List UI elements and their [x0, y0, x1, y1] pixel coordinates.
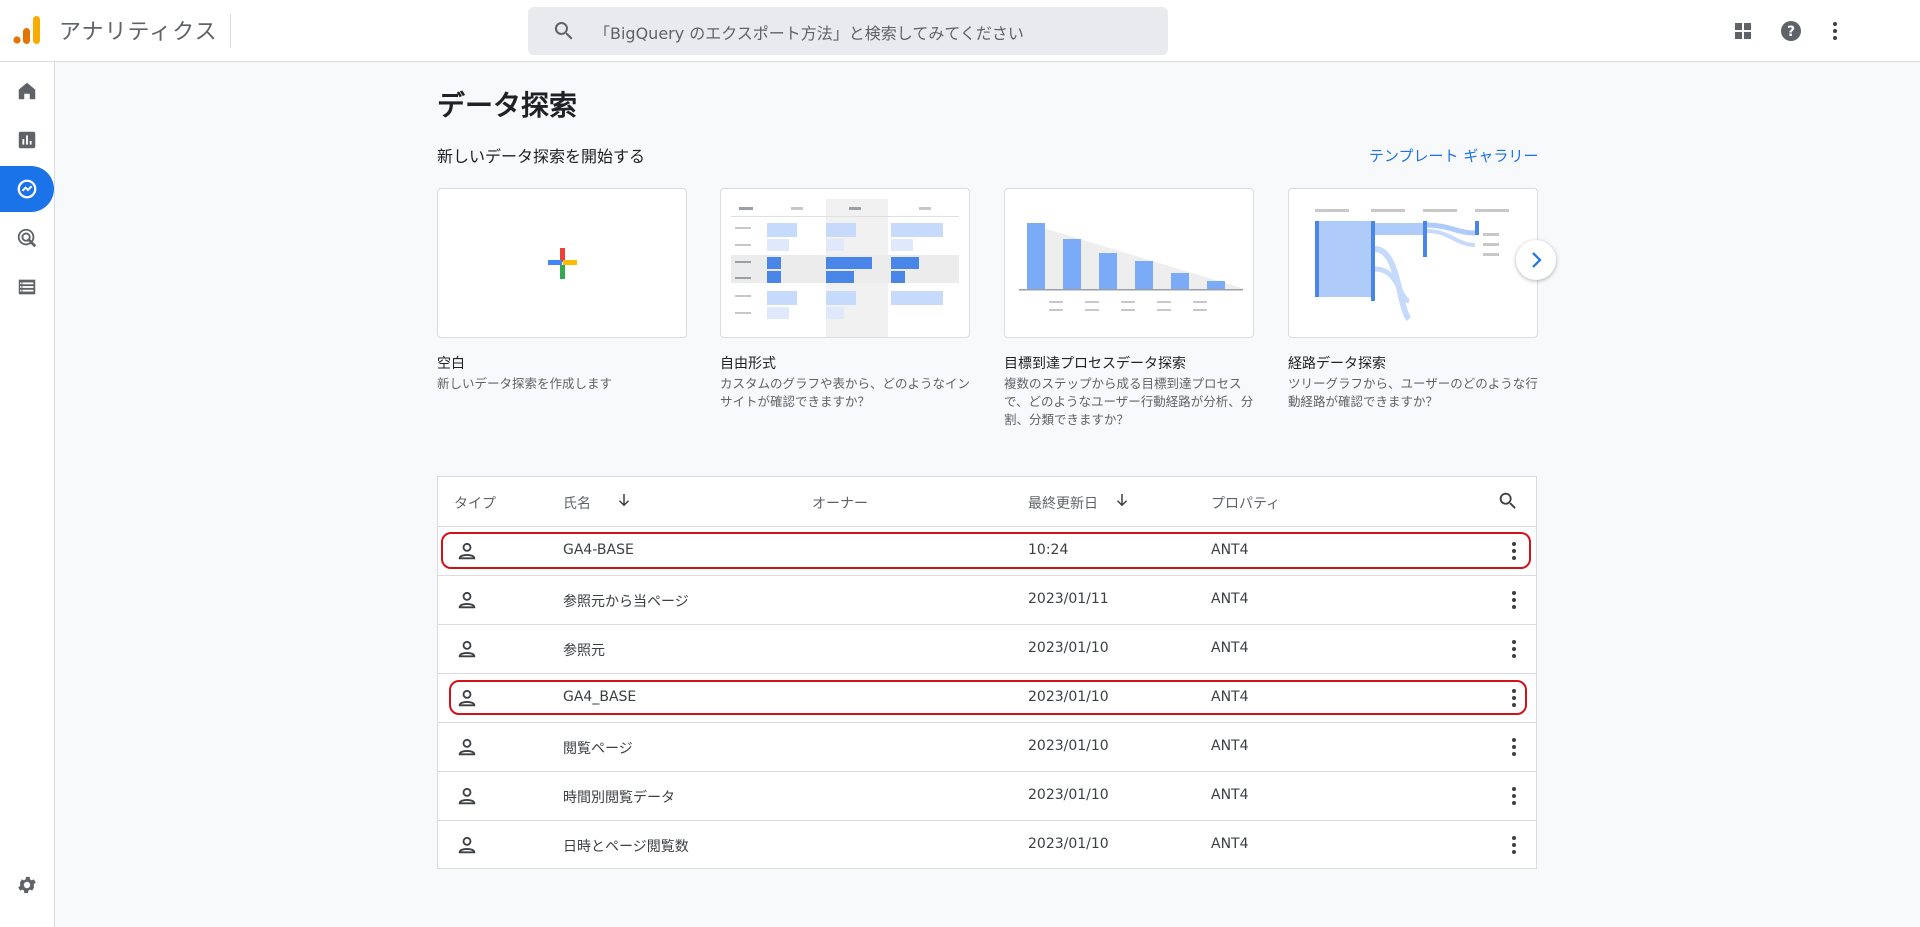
- nav-explore[interactable]: [0, 166, 54, 212]
- funnel-thumbnail-icon: [1019, 223, 1245, 311]
- column-header-type[interactable]: タイプ: [454, 493, 496, 513]
- row-last-modified: 2023/01/10: [1028, 836, 1109, 852]
- sort-arrow-down-icon[interactable]: [1113, 491, 1131, 509]
- chevron-right-icon: [1532, 252, 1542, 268]
- template-card-funnel-title: 目標到達プロセスデータ探索: [1004, 356, 1186, 372]
- column-header-property[interactable]: プロパティ: [1211, 493, 1280, 513]
- row-last-modified: 10:24: [1028, 542, 1069, 558]
- person-icon: [458, 787, 476, 805]
- top-app-bar: アナリティクス 「BigQuery のエクスポート方法」と検索してみてください …: [0, 0, 1920, 62]
- row-name[interactable]: GA4-BASE: [563, 542, 634, 558]
- left-nav-rail: [0, 62, 55, 927]
- table-row[interactable]: 参照元 2023/01/10 ANT4: [438, 625, 1536, 674]
- table-row[interactable]: 日時とページ閲覧数 2023/01/10 ANT4: [438, 821, 1536, 870]
- more-vert-icon[interactable]: [1502, 539, 1526, 563]
- free-form-thumbnail-icon: [731, 199, 959, 337]
- settings-icon: [18, 876, 36, 894]
- template-card-funnel-description: 複数のステップから成る目標到達プロセスで、どのようなユーザー行動経路が分析、分割…: [1004, 376, 1254, 427]
- column-header-last-modified[interactable]: 最終更新日: [1028, 493, 1098, 513]
- template-gallery-link[interactable]: テンプレート ギャラリー: [1369, 145, 1538, 166]
- explore-icon: [17, 179, 37, 199]
- sort-arrow-down-icon[interactable]: [615, 491, 633, 509]
- column-header-owner[interactable]: オーナー: [812, 493, 868, 513]
- more-vert-icon[interactable]: [1502, 686, 1526, 710]
- row-name[interactable]: 参照元: [563, 640, 605, 660]
- template-card-free-form-title: 自由形式: [720, 356, 776, 372]
- configure-icon: [18, 279, 36, 295]
- more-vert-icon[interactable]: [1823, 19, 1847, 43]
- table-row[interactable]: GA4_BASE 2023/01/10 ANT4: [438, 674, 1536, 723]
- person-icon: [458, 738, 476, 756]
- section-title: 新しいデータ探索を開始する: [437, 147, 646, 166]
- search-input[interactable]: 「BigQuery のエクスポート方法」と検索してみてください: [594, 20, 1024, 44]
- nav-home[interactable]: [0, 68, 54, 114]
- table-search-icon[interactable]: [1497, 490, 1519, 512]
- table-row[interactable]: GA4-BASE 10:24 ANT4: [438, 527, 1536, 576]
- row-name[interactable]: 閲覧ページ: [563, 738, 633, 758]
- person-icon: [458, 640, 476, 658]
- template-card-blank-title: 空白: [437, 356, 465, 372]
- advertising-icon: [17, 228, 37, 248]
- row-property: ANT4: [1211, 738, 1249, 754]
- row-property: ANT4: [1211, 689, 1249, 705]
- row-name[interactable]: 時間別閲覧データ: [563, 787, 675, 807]
- row-last-modified: 2023/01/10: [1028, 640, 1109, 656]
- more-vert-icon[interactable]: [1502, 735, 1526, 759]
- more-vert-icon[interactable]: [1502, 588, 1526, 612]
- template-card-path-description: ツリーグラフから、ユーザーのどのような行動経路が確認できますか？: [1288, 376, 1538, 409]
- template-card-blank-description: 新しいデータ探索を作成します: [437, 376, 613, 391]
- table-row[interactable]: 時間別閲覧データ 2023/01/10 ANT4: [438, 772, 1536, 821]
- title-divider: [230, 14, 231, 48]
- analytics-logo-icon[interactable]: [12, 15, 42, 45]
- template-card-funnel[interactable]: [1004, 188, 1254, 338]
- home-icon: [18, 82, 36, 100]
- next-templates-button[interactable]: [1516, 240, 1556, 280]
- row-property: ANT4: [1211, 787, 1249, 803]
- row-name[interactable]: 日時とページ閲覧数: [563, 836, 689, 856]
- search-bar[interactable]: 「BigQuery のエクスポート方法」と検索してみてください: [528, 7, 1168, 55]
- table-row[interactable]: 参照元から当ページ 2023/01/11 ANT4: [438, 576, 1536, 625]
- column-header-name[interactable]: 氏名: [563, 493, 591, 513]
- template-card-blank[interactable]: [437, 188, 687, 338]
- row-last-modified: 2023/01/10: [1028, 787, 1109, 803]
- nav-reports[interactable]: [0, 117, 54, 163]
- table-row[interactable]: 閲覧ページ 2023/01/10 ANT4: [438, 723, 1536, 772]
- template-card-free-form[interactable]: [720, 188, 970, 338]
- person-icon: [458, 689, 476, 707]
- row-last-modified: 2023/01/10: [1028, 689, 1109, 705]
- page-title: データ探索: [437, 89, 578, 122]
- more-vert-icon[interactable]: [1502, 784, 1526, 808]
- person-icon: [458, 542, 476, 560]
- explorations-table: タイプ 氏名 オーナー 最終更新日 プロパティ GA4-BASE 10:24 A…: [437, 476, 1537, 869]
- row-name[interactable]: GA4_BASE: [563, 689, 636, 705]
- template-card-path[interactable]: [1288, 188, 1538, 338]
- app-title: アナリティクス: [59, 20, 218, 45]
- help-icon[interactable]: ?: [1779, 19, 1803, 43]
- row-property: ANT4: [1211, 542, 1249, 558]
- template-card-path-title: 経路データ探索: [1288, 356, 1386, 372]
- row-property: ANT4: [1211, 640, 1249, 656]
- svg-text:?: ?: [1787, 24, 1795, 40]
- nav-advertising[interactable]: [0, 215, 54, 261]
- nav-configure[interactable]: [0, 264, 54, 310]
- row-property: ANT4: [1211, 591, 1249, 607]
- row-last-modified: 2023/01/10: [1028, 738, 1109, 754]
- person-icon: [458, 836, 476, 854]
- path-thumbnail-icon: [1315, 209, 1509, 322]
- apps-grid-icon[interactable]: [1731, 19, 1755, 43]
- search-icon: [554, 22, 573, 40]
- template-card-free-form-description: カスタムのグラフや表から、どのようなインサイトが確認できますか？: [720, 376, 971, 409]
- more-vert-icon[interactable]: [1502, 833, 1526, 857]
- plus-icon: [548, 248, 577, 279]
- nav-settings[interactable]: [0, 862, 54, 908]
- row-last-modified: 2023/01/11: [1028, 591, 1109, 607]
- table-header: タイプ 氏名 オーナー 最終更新日 プロパティ: [438, 477, 1536, 527]
- row-property: ANT4: [1211, 836, 1249, 852]
- row-name[interactable]: 参照元から当ページ: [563, 591, 689, 611]
- person-icon: [458, 591, 476, 609]
- more-vert-icon[interactable]: [1502, 637, 1526, 661]
- reports-icon: [18, 131, 36, 149]
